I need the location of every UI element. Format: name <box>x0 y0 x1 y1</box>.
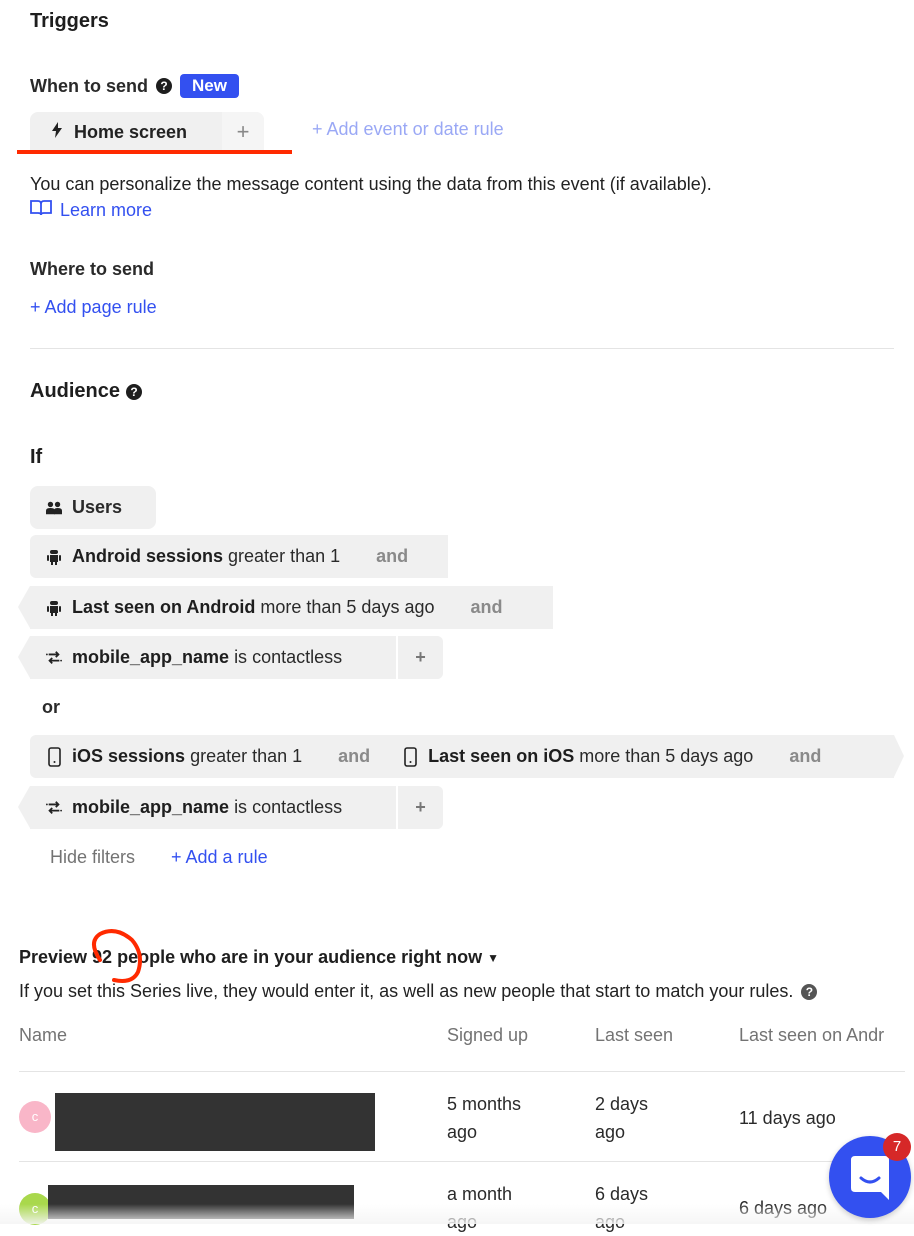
book-icon <box>30 199 52 221</box>
annotation-underline <box>17 150 292 154</box>
phone-icon <box>46 746 62 767</box>
filter-rule[interactable]: mobile_app_name is contactless + <box>18 786 443 829</box>
attribute-icon <box>46 800 62 816</box>
last-seen-cell: 2 days ago <box>595 1090 648 1146</box>
help-icon[interactable]: ? <box>801 983 818 1000</box>
and-connector: and <box>470 597 503 617</box>
column-header-name[interactable]: Name <box>19 1025 67 1046</box>
filter-field: Last seen on Android <box>72 597 256 617</box>
hide-filters-link[interactable]: Hide filters <box>50 847 135 868</box>
column-header-signed-up[interactable]: Signed up <box>447 1025 528 1046</box>
add-a-rule-link[interactable]: + Add a rule <box>171 847 268 868</box>
redacted-name <box>55 1093 375 1151</box>
annotation-circle <box>92 929 142 983</box>
filter-field[interactable]: Last seen on iOS <box>428 746 574 767</box>
help-icon[interactable]: ? <box>156 78 172 94</box>
users-icon <box>46 501 62 515</box>
personalize-help-text: You can personalize the message content … <box>30 174 712 194</box>
when-to-send-row: When to send ? New <box>30 74 239 98</box>
filter-condition: greater than 1 <box>228 546 341 566</box>
new-badge: New <box>180 74 239 98</box>
filter-field: mobile_app_name <box>72 797 230 817</box>
filter-condition: is contactless <box>234 647 343 667</box>
caret-down-icon: ▼ <box>487 950 500 965</box>
column-header-last-seen[interactable]: Last seen <box>595 1025 673 1046</box>
android-icon <box>46 600 62 616</box>
event-chip[interactable]: Home screen + <box>30 112 264 152</box>
filter-condition[interactable]: greater than 1 <box>190 746 302 767</box>
learn-more-label: Learn more <box>60 199 153 220</box>
add-page-rule-link[interactable]: + Add page rule <box>30 297 157 318</box>
phone-icon <box>402 746 418 767</box>
attribute-icon <box>46 650 62 666</box>
and-connector: and <box>376 546 409 566</box>
if-label: If <box>30 446 43 468</box>
event-chip-add-button[interactable]: + <box>222 112 264 152</box>
event-chip-label: Home screen <box>74 121 188 142</box>
filter-condition: is contactless <box>234 797 343 817</box>
preview-prefix: Preview <box>19 947 88 967</box>
filter-rule[interactable]: mobile_app_name is contactless + <box>18 636 443 679</box>
and-connector: and <box>338 746 371 766</box>
audience-title: Audience <box>30 380 121 402</box>
filter-rule[interactable]: Android sessions greater than 1 and <box>30 535 448 578</box>
avatar: c <box>19 1101 51 1133</box>
preview-suffix: people who are in your audience right no… <box>117 947 483 967</box>
preview-subtitle-row: If you set this Series live, they would … <box>19 981 818 1002</box>
section-divider <box>30 348 894 349</box>
lightning-icon <box>52 121 62 143</box>
audience-type-label: Users <box>72 497 123 517</box>
and-connector: and <box>789 746 822 766</box>
last-seen-line: ago <box>595 1122 626 1142</box>
filter-rule-row: iOS sessions greater than 1 and Last see… <box>30 735 904 778</box>
chat-icon <box>851 1156 889 1200</box>
when-to-send-label: When to send <box>30 75 148 96</box>
help-icon[interactable]: ? <box>126 383 143 400</box>
add-filter-button[interactable]: + <box>396 786 443 829</box>
last-seen-line: 2 days <box>595 1094 649 1114</box>
signed-up-cell: 5 months ago <box>447 1090 521 1146</box>
preview-subtitle: If you set this Series live, they would … <box>19 981 794 1001</box>
filter-condition: more than 5 days ago <box>260 597 435 617</box>
filter-field: Android sessions <box>72 546 224 566</box>
row-divider <box>19 1161 905 1162</box>
filter-rule[interactable]: Last seen on Android more than 5 days ag… <box>18 586 553 629</box>
add-filter-button[interactable]: + <box>396 636 443 679</box>
table-header-divider <box>19 1071 905 1072</box>
filter-field: mobile_app_name <box>72 647 230 667</box>
scroll-fade <box>0 1204 914 1224</box>
last-seen-android-cell: 11 days ago <box>739 1108 836 1128</box>
filter-field[interactable]: iOS sessions <box>72 746 185 767</box>
filter-condition[interactable]: more than 5 days ago <box>579 746 753 767</box>
signed-up-line: ago <box>447 1122 478 1142</box>
event-chip-main[interactable]: Home screen <box>30 112 220 152</box>
add-event-or-date-rule-link[interactable]: + Add event or date rule <box>312 119 504 140</box>
triggers-title: Triggers <box>30 10 109 32</box>
unread-badge: 7 <box>883 1133 911 1161</box>
audience-type-chip[interactable]: Users <box>30 486 156 529</box>
or-label: or <box>42 697 60 717</box>
where-to-send-label: Where to send <box>30 259 155 279</box>
column-header-last-seen-android[interactable]: Last seen on Andr <box>739 1025 884 1046</box>
android-icon <box>46 549 62 565</box>
learn-more-link[interactable]: Learn more <box>30 199 152 221</box>
audience-heading: Audience ? <box>30 380 143 403</box>
signed-up-line: 5 months <box>447 1094 522 1114</box>
